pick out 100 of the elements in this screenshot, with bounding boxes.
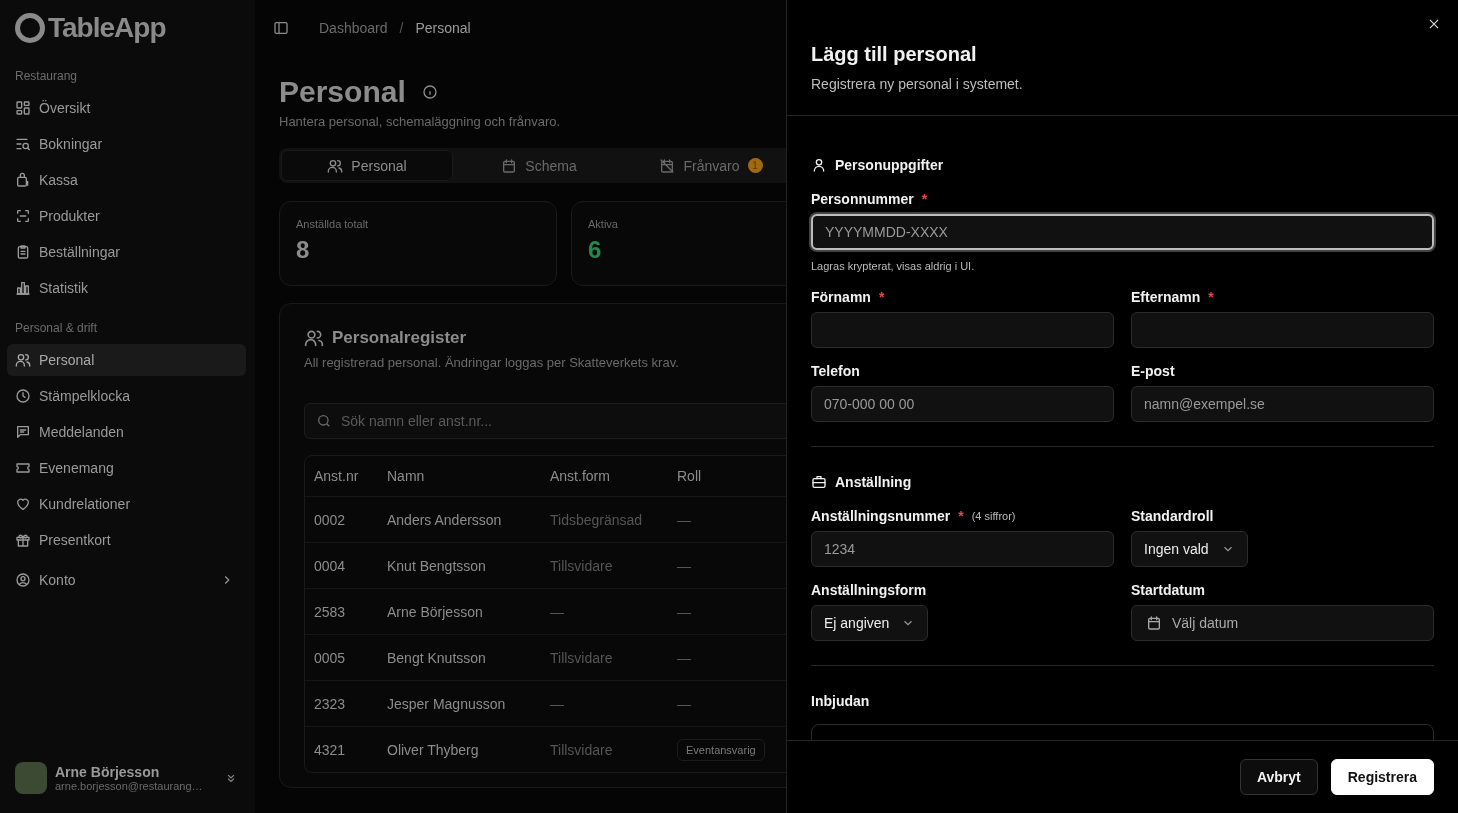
field-label: E-post — [1131, 362, 1175, 381]
stat-label: Anställda totalt — [296, 218, 370, 230]
sidebar-item[interactable]: Kassa — [7, 164, 246, 196]
input-field[interactable] — [1131, 312, 1434, 348]
field-label: Förnamn — [811, 288, 871, 307]
close-button[interactable] — [1427, 17, 1441, 31]
avatar — [15, 762, 47, 794]
select-dropdown[interactable]: Ej angiven — [811, 605, 929, 641]
required-mark: * — [921, 190, 928, 209]
user-menu[interactable]: Arne Börjesson arne.borjesson@restaurang… — [7, 762, 246, 813]
drawer-title: Lägg till personal — [811, 42, 978, 67]
count-badge: 1 — [747, 158, 763, 173]
column-header: Namn — [387, 468, 426, 484]
table-cell-text: — — [677, 603, 692, 620]
users-icon — [304, 328, 324, 348]
heart-icon — [15, 496, 31, 512]
section-title: Inbjudan — [811, 693, 870, 709]
breadcrumb-item: Personal — [415, 20, 471, 36]
table-cell-text: — — [677, 649, 692, 666]
user-circle-icon — [15, 572, 31, 588]
card-title: Personalregister — [332, 328, 467, 348]
account-menu-item[interactable]: Konto — [7, 564, 246, 596]
user-name: Arne Börjesson — [55, 764, 161, 780]
clipboard-icon — [15, 244, 31, 260]
table-cell-text: Arne Börjesson — [387, 603, 484, 620]
sidebar-item[interactable]: Produkter — [7, 200, 246, 232]
users-icon — [327, 157, 344, 174]
sidebar-item[interactable]: Presentkort — [7, 524, 246, 556]
field-hint: Lagras krypterat, visas aldrig i UI. — [811, 259, 975, 274]
sidebar-group-label: Personal & drift — [14, 320, 98, 336]
calendar-icon — [501, 157, 518, 174]
table-cell-text: — — [550, 603, 565, 620]
date-picker[interactable]: Välj datum — [1131, 605, 1434, 641]
table-cell-text: 2583 — [314, 603, 347, 620]
bag-icon — [15, 172, 31, 188]
sidebar-item[interactable]: Evenemang — [7, 452, 246, 484]
table-cell-text: 0002 — [314, 511, 347, 528]
search-field[interactable]: Sök namn eller anst.nr... — [304, 403, 786, 439]
field-label: Personnummer — [811, 190, 914, 209]
table-cell-text: 4321 — [314, 741, 347, 758]
table-cell-text: 2323 — [314, 695, 347, 712]
stat-value: 8 — [296, 236, 311, 264]
field-label: Anställningsform — [811, 581, 927, 600]
table-cell-text: Knut Bengtsson — [387, 557, 487, 574]
search-icon — [316, 413, 332, 429]
users-icon — [15, 352, 31, 368]
table-cell-text: — — [677, 511, 692, 528]
table-cell-text: Jesper Magnusson — [387, 695, 507, 712]
info-icon[interactable] — [421, 84, 438, 100]
sidebar-item[interactable]: Meddelanden — [7, 416, 246, 448]
calendar-off-icon — [659, 157, 676, 174]
user-icon — [811, 157, 827, 173]
user-email: arne.borjesson@restaurang… — [55, 780, 204, 792]
table-cell-text: Tillsvidare — [550, 741, 614, 758]
ticket-icon — [15, 460, 31, 476]
table-cell-text: — — [677, 557, 692, 574]
stat-value: 6 — [588, 236, 603, 264]
field-label: Efternamn — [1131, 288, 1201, 307]
tab[interactable]: Personal — [281, 150, 453, 181]
input-field[interactable]: YYYYMMDD-XXXX — [811, 214, 1434, 250]
column-header: Roll — [677, 468, 703, 484]
section-title: Personuppgifter — [835, 157, 944, 173]
tab[interactable]: Frånvaro 1 — [625, 150, 786, 181]
sidebar-item[interactable]: Personal — [7, 344, 246, 376]
sidebar-item[interactable]: Kundrelationer — [7, 488, 246, 520]
clock-icon — [15, 388, 31, 404]
tab[interactable]: Schema — [453, 150, 625, 181]
table-cell-text: 0004 — [314, 557, 347, 574]
sidebar-item[interactable]: Statistik — [7, 272, 246, 304]
input-field[interactable]: 1234 — [811, 531, 1114, 567]
column-header: Anst.nr — [314, 468, 360, 484]
page-subtitle: Hantera personal, schemaläggning och frånvaro. — [279, 113, 562, 131]
required-mark: * — [878, 288, 885, 307]
sidebar-item[interactable]: Översikt — [7, 92, 246, 124]
input-field[interactable]: 070-000 00 00 — [811, 386, 1114, 422]
table-cell-text: Tillsvidare — [550, 649, 614, 666]
sidebar-item[interactable]: Beställningar — [7, 236, 246, 268]
table-cell-text: Bengt Knutsson — [387, 649, 487, 666]
sidebar-item[interactable]: Stämpelklocka — [7, 380, 246, 412]
input-field[interactable]: namn@exempel.se — [1131, 386, 1434, 422]
submit-button[interactable]: Registrera — [1330, 759, 1434, 795]
stat-label: Aktiva — [588, 218, 619, 230]
breadcrumb-item[interactable]: Dashboard — [319, 20, 388, 36]
sidebar-item[interactable]: Bokningar — [7, 128, 246, 160]
close-icon — [1427, 17, 1441, 31]
grid-icon — [15, 100, 31, 116]
table-cell-text: Oliver Thyberg — [387, 741, 480, 758]
table-cell-text: 0005 — [314, 649, 347, 666]
message-icon — [15, 424, 31, 440]
bar-chart-icon — [15, 280, 31, 296]
table-cell-text: — — [677, 695, 692, 712]
input-field[interactable] — [811, 312, 1114, 348]
field-label: Startdatum — [1131, 581, 1205, 600]
cancel-button[interactable]: Avbryt — [1239, 759, 1318, 795]
sidebar-toggle-icon[interactable] — [273, 20, 289, 36]
select-dropdown[interactable]: Ingen vald — [1131, 531, 1248, 567]
page-title: Personal — [279, 74, 406, 110]
drawer-subtitle: Registrera ny personal i systemet. — [811, 75, 1024, 94]
field-label: Standardroll — [1131, 507, 1214, 526]
required-mark: * — [1208, 288, 1214, 307]
